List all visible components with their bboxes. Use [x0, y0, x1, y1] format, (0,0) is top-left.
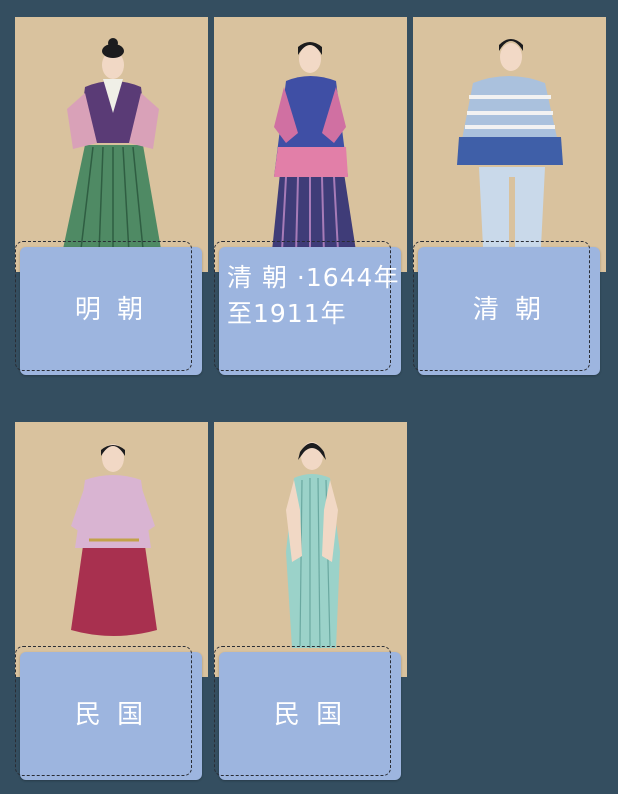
- republic-era-costume-figure: [15, 422, 208, 677]
- republic-era-qipao-figure: [214, 422, 407, 677]
- ming-dynasty-costume-figure: [15, 17, 208, 272]
- caption-box[interactable]: 民 国: [15, 646, 202, 780]
- caption-box[interactable]: 清 朝 ·1644年至1911年: [214, 241, 401, 375]
- caption-label: 明 朝: [74, 295, 148, 326]
- costume-card-qing[interactable]: 清 朝: [413, 17, 606, 379]
- costume-card-republic-qipao[interactable]: 民 国: [214, 422, 407, 784]
- caption-box[interactable]: 民 国: [214, 646, 401, 780]
- caption-label: 清 朝: [472, 295, 546, 326]
- costume-card-qing-1644-1911[interactable]: 清 朝 ·1644年至1911年: [214, 17, 407, 379]
- costume-card-republic[interactable]: 民 国: [15, 422, 208, 784]
- qing-dynasty-costume-figure: [413, 17, 606, 272]
- caption-label: 清 朝 ·1644年至1911年: [227, 262, 400, 328]
- costume-card-ming[interactable]: 明 朝: [15, 17, 208, 379]
- qing-dynasty-costume-figure: [214, 17, 407, 272]
- caption-box[interactable]: 明 朝: [15, 241, 202, 375]
- caption-label: 民 国: [273, 700, 347, 731]
- caption-label: 民 国: [74, 700, 148, 731]
- caption-box[interactable]: 清 朝: [413, 241, 600, 375]
